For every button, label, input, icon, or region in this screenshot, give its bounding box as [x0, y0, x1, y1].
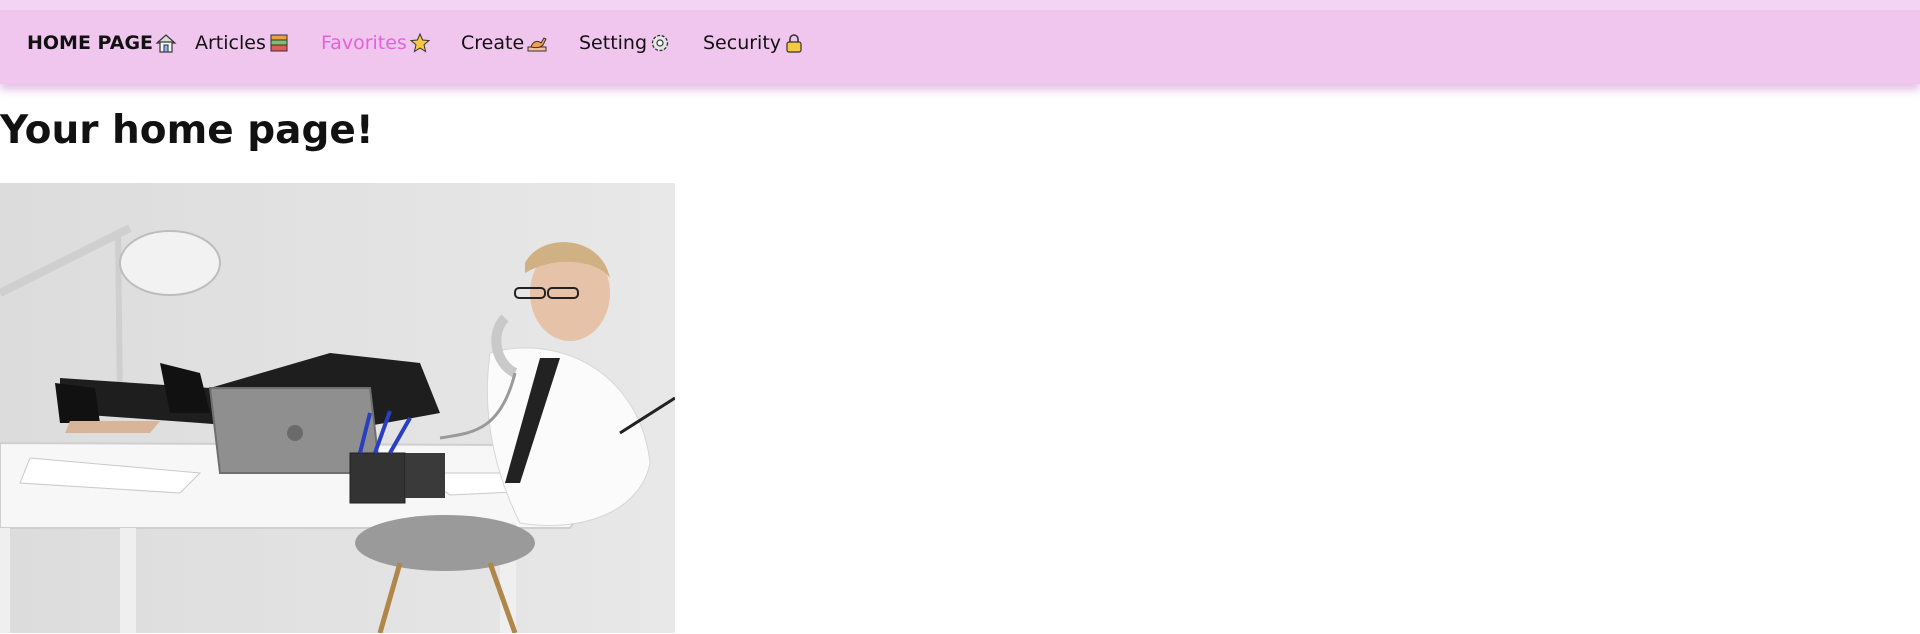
office-photo: [0, 183, 675, 633]
gear-icon: [651, 34, 669, 52]
nav-setting-link[interactable]: Setting: [579, 30, 671, 56]
star-icon: [409, 32, 431, 53]
nav-security-link[interactable]: Security: [703, 30, 805, 56]
nav-security-label: Security: [703, 32, 782, 54]
nav-favorites-link[interactable]: Favorites: [321, 30, 431, 56]
top-navbar: HOME PAGE Articles Favorites Create Sett…: [0, 0, 1920, 84]
nav-articles-label: Articles: [195, 32, 266, 54]
hero-image: [0, 183, 675, 633]
books-icon: [270, 34, 288, 52]
writing-hand-icon: [527, 37, 547, 52]
nav-create-link[interactable]: Create: [461, 30, 548, 56]
page-title: Your home page!: [0, 108, 374, 153]
lock-icon: [786, 34, 802, 53]
nav-articles-link[interactable]: Articles: [195, 30, 290, 56]
nav-home-link[interactable]: HOME PAGE: [27, 30, 177, 56]
nav-home-label: HOME PAGE: [27, 32, 154, 54]
nav-create-label: Create: [461, 32, 525, 54]
house-icon: [155, 34, 177, 53]
nav-setting-label: Setting: [579, 32, 648, 54]
nav-favorites-label: Favorites: [321, 32, 407, 54]
